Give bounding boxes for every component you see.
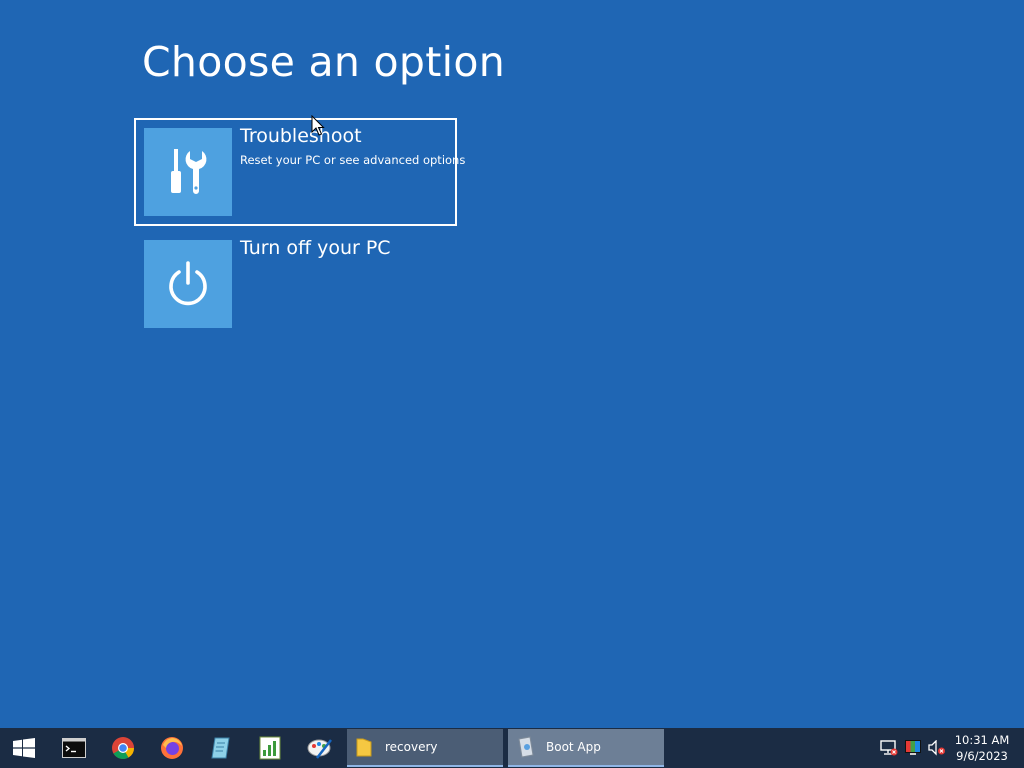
taskbar-item-recovery[interactable]: recovery — [347, 729, 503, 767]
folder-icon — [356, 738, 372, 757]
turn-off-option[interactable]: Turn off your PC — [134, 230, 457, 338]
spreadsheet-button[interactable] — [246, 728, 294, 768]
volume-muted-icon[interactable] — [928, 740, 946, 756]
page-title: Choose an option — [142, 38, 505, 86]
tools-icon — [171, 149, 207, 194]
clock-date: 9/6/2023 — [956, 749, 1008, 763]
boot-app-icon — [518, 736, 534, 758]
recovery-screen: Choose an option Troubleshoot Reset your… — [0, 0, 1024, 728]
troubleshoot-tile — [144, 128, 232, 216]
system-clock[interactable]: 10:31 AM 9/6/2023 — [948, 732, 1016, 764]
power-icon — [169, 261, 207, 306]
firefox-button[interactable] — [148, 728, 196, 768]
spreadsheet-icon — [259, 736, 281, 760]
paint-icon — [307, 739, 332, 759]
chrome-icon — [112, 737, 134, 759]
display-color-icon[interactable] — [905, 740, 921, 756]
start-button[interactable] — [0, 728, 48, 768]
command-prompt-icon — [62, 738, 86, 758]
clock-time: 10:31 AM — [954, 733, 1010, 747]
network-disconnected-icon[interactable] — [880, 740, 898, 756]
mouse-cursor-icon — [311, 115, 325, 136]
taskbar: recovery Boot App 10:31 AM 9/6/2023 — [0, 728, 1024, 768]
command-prompt-button[interactable] — [50, 728, 98, 768]
troubleshoot-option[interactable]: Troubleshoot Reset your PC or see advanc… — [134, 118, 465, 226]
taskbar-item-label: Boot App — [546, 740, 601, 754]
taskbar-item-boot-app[interactable]: Boot App — [508, 729, 664, 767]
turn-off-title: Turn off your PC — [240, 237, 391, 259]
notepad-icon — [211, 737, 230, 759]
taskbar-item-label: recovery — [385, 740, 438, 754]
start-icon — [13, 738, 35, 758]
troubleshoot-subtitle: Reset your PC or see advanced options — [240, 153, 466, 167]
notepad-button[interactable] — [197, 728, 245, 768]
chrome-button[interactable] — [99, 728, 147, 768]
turn-off-tile — [144, 240, 232, 328]
paint-button[interactable] — [296, 728, 344, 768]
firefox-icon — [161, 737, 183, 759]
troubleshoot-title: Troubleshoot — [240, 125, 362, 147]
